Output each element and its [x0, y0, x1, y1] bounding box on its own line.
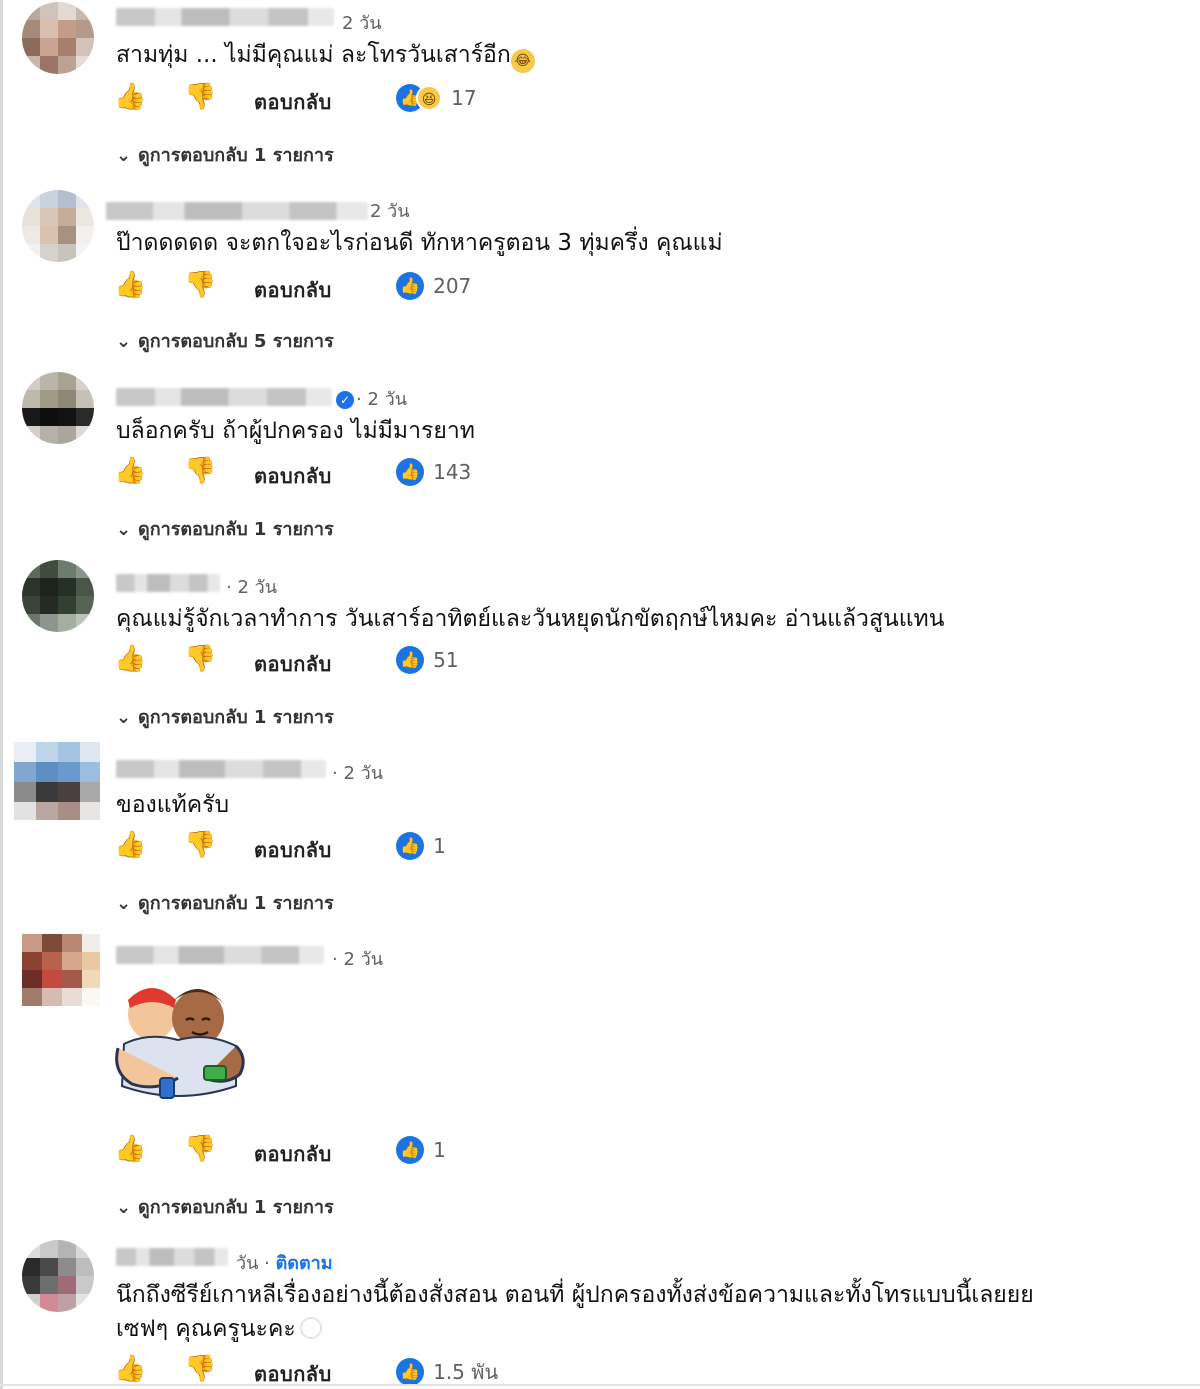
username-blurred[interactable]	[116, 574, 220, 592]
chevron-down-icon: ⌄	[116, 145, 132, 166]
reaction-count: 17	[451, 86, 477, 110]
thumbs-up-icon[interactable]: 👍	[114, 1134, 146, 1164]
comment-text: ของแท้ครับ	[116, 792, 230, 818]
thumbs-down-icon[interactable]: 👎	[184, 1134, 216, 1164]
comment-actions: 👍 👎 ตอบกลับ 👍 1	[114, 830, 614, 864]
like-reaction-icon: 👍	[396, 458, 424, 486]
view-replies-button[interactable]: ⌄ ดูการตอบกลับ 1 รายการ	[116, 140, 334, 169]
reply-button[interactable]: ตอบกลับ	[254, 648, 332, 680]
bottom-border	[0, 1384, 1200, 1386]
avatar[interactable]	[22, 2, 94, 74]
timestamp: ✓ · 2 วัน	[336, 384, 407, 413]
avatar[interactable]	[22, 372, 94, 444]
reaction-count: 143	[433, 460, 472, 484]
reaction-count: 51	[433, 648, 459, 672]
view-replies-button[interactable]: ⌄ ดูการตอบกลับ 1 รายการ	[116, 888, 334, 917]
white-heart-emoji-icon	[299, 1317, 322, 1339]
comment-actions: 👍 👎 ตอบกลับ 👍 207	[114, 270, 614, 304]
comment-text: ป๊าดดดดด จะตกใจอะไรก่อนดี ทักหาครูตอน 3 …	[116, 230, 723, 256]
reaction-summary[interactable]: 👍 1	[396, 1136, 446, 1166]
reaction-summary[interactable]: 👍 143	[396, 458, 471, 488]
reply-button[interactable]: ตอบกลับ	[254, 834, 332, 866]
view-replies-button[interactable]: ⌄ ดูการตอบกลับ 1 รายการ	[116, 514, 334, 543]
thumbs-up-icon[interactable]: 👍	[114, 830, 146, 860]
reaction-summary[interactable]: 👍 😆 17	[396, 84, 477, 114]
comment-text: บล็อกครับ ถ้าผู้ปกครอง ไม่มีมารยาท	[116, 418, 475, 444]
like-reaction-icon: 👍	[396, 1358, 424, 1386]
reaction-summary[interactable]: 👍 1.5 พัน	[396, 1356, 498, 1386]
haha-reaction-icon: 😆	[416, 85, 442, 111]
view-replies-button[interactable]: ⌄ ดูการตอบกลับ 1 รายการ	[116, 702, 334, 731]
comment-actions: 👍 👎 ตอบกลับ 👍 143	[114, 456, 614, 490]
left-border	[0, 0, 3, 1389]
comment-text: คุณแม่รู้จักเวลาทำการ วันเสาร์อาทิตย์และ…	[116, 606, 945, 632]
username-blurred[interactable]	[106, 202, 368, 220]
thumbs-up-icon[interactable]: 👍	[114, 82, 146, 112]
username-blurred[interactable]	[116, 388, 332, 406]
like-reaction-icon: 👍	[396, 832, 424, 860]
thumbs-up-icon[interactable]: 👍	[114, 270, 146, 300]
reaction-summary[interactable]: 👍 51	[396, 646, 459, 676]
avatar[interactable]	[22, 560, 94, 632]
chevron-down-icon: ⌄	[116, 331, 132, 352]
comment-text: นึกถึงซีรีย์เกาหลีเรื่องอย่างนี้ต้องสั่ง…	[116, 1282, 1034, 1342]
thumbs-down-icon[interactable]: 👎	[184, 82, 216, 112]
verified-badge-icon: ✓	[336, 391, 354, 409]
comment-actions: 👍 👎 ตอบกลับ 👍 51	[114, 644, 614, 678]
reaction-count: 207	[433, 274, 472, 298]
chevron-down-icon: ⌄	[116, 519, 132, 540]
reply-button[interactable]: ตอบกลับ	[254, 1138, 332, 1170]
reply-button[interactable]: ตอบกลับ	[254, 460, 332, 492]
comment-actions: 👍 👎 ตอบกลับ 👍 1	[114, 1134, 614, 1168]
timestamp: 2 วัน	[370, 201, 410, 222]
thumbs-down-icon[interactable]: 👎	[184, 644, 216, 674]
timestamp: · 2 วัน	[226, 577, 278, 598]
reaction-count: 1	[433, 1138, 446, 1162]
username-blurred[interactable]	[116, 8, 334, 26]
comment-actions: 👍 👎 ตอบกลับ 👍 1.5 พัน	[114, 1354, 614, 1388]
comment-text: สามทุ่ม ... ไม่มีคุณแม่ ละโทรวันเสาร์อีก…	[116, 38, 1166, 73]
comment-actions: 👍 👎 ตอบกลับ 👍 😆 17	[114, 82, 614, 116]
thumbs-down-icon[interactable]: 👎	[184, 270, 216, 300]
reaction-count: 1	[433, 834, 446, 858]
like-reaction-icon: 👍	[396, 646, 424, 674]
chevron-down-icon: ⌄	[116, 893, 132, 914]
reaction-summary[interactable]: 👍 1	[396, 832, 446, 862]
username-blurred[interactable]	[116, 946, 324, 964]
thumbs-up-icon[interactable]: 👍	[114, 1354, 146, 1384]
laughing-emoji-icon: 😂	[510, 49, 535, 73]
avatar[interactable]	[22, 1240, 94, 1312]
timestamp: · 2 วัน	[332, 949, 384, 970]
hug-sticker-image	[115, 988, 245, 1099]
chevron-down-icon: ⌄	[116, 1197, 132, 1218]
thumbs-down-icon[interactable]: 👎	[184, 1354, 216, 1384]
reply-button[interactable]: ตอบกลับ	[254, 274, 332, 306]
like-reaction-icon: 👍	[396, 272, 424, 300]
username-blurred[interactable]	[116, 760, 326, 778]
thumbs-down-icon[interactable]: 👎	[184, 456, 216, 486]
username-blurred[interactable]	[116, 1248, 228, 1266]
timestamp: 2 วัน	[342, 13, 382, 34]
thumbs-down-icon[interactable]: 👎	[184, 830, 216, 860]
timestamp: · 2 วัน	[332, 763, 384, 784]
reply-button[interactable]: ตอบกลับ	[254, 86, 332, 118]
avatar[interactable]	[22, 934, 100, 1006]
timestamp: วัน · ติดตาม	[236, 1253, 333, 1274]
reaction-summary[interactable]: 👍 207	[396, 272, 471, 302]
like-reaction-icon: 👍	[396, 1136, 424, 1164]
view-replies-button[interactable]: ⌄ ดูการตอบกลับ 1 รายการ	[116, 1192, 334, 1221]
thumbs-up-icon[interactable]: 👍	[114, 644, 146, 674]
follow-button[interactable]: ติดตาม	[276, 1253, 333, 1274]
thumbs-up-icon[interactable]: 👍	[114, 456, 146, 486]
avatar[interactable]	[14, 742, 100, 820]
view-replies-button[interactable]: ⌄ ดูการตอบกลับ 5 รายการ	[116, 326, 334, 355]
avatar[interactable]	[22, 190, 94, 262]
chevron-down-icon: ⌄	[116, 707, 132, 728]
